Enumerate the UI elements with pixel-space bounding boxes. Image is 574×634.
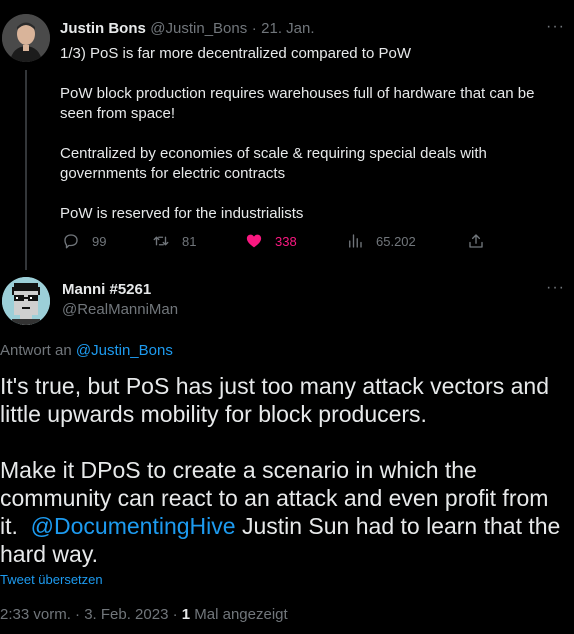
tweet2-text: It's true, but PoS has just too many att… [0, 372, 570, 568]
tweet1-paragraph: PoW is reserved for the industrialists [60, 205, 304, 222]
tweet1-separator: · [251, 20, 257, 37]
tweet1-paragraph: PoW block production requires warehouses… [60, 85, 535, 122]
avatar-justin-bons[interactable] [2, 14, 50, 62]
tweet1-handle[interactable]: @Justin_Bons [150, 20, 247, 37]
reply-button[interactable]: 99 [62, 232, 106, 250]
share-icon [469, 234, 483, 248]
like-count: 338 [275, 233, 297, 249]
retweet-button[interactable]: 81 [152, 232, 196, 250]
avatar-image [2, 14, 50, 62]
thread-line [25, 70, 27, 270]
tweet1-paragraph: Centralized by economies of scale & requ… [60, 145, 487, 182]
reply-to-line: Antwort an @Justin_Bons [0, 342, 173, 359]
reply-icon [64, 234, 78, 249]
tweet1-text: 1/3) PoS is far more decentralized compa… [60, 44, 560, 224]
reply-prefix: Antwort an [0, 342, 72, 359]
reply-count: 99 [92, 233, 107, 249]
avatar-pixel-art [2, 277, 50, 325]
tweet1-header: Justin Bons @Justin_Bons · 21. Jan. [60, 20, 315, 38]
tweet1-date[interactable]: 21. Jan. [261, 20, 314, 37]
heart-icon [246, 234, 262, 248]
views-icon [349, 234, 362, 248]
tweet2-paragraph-2: Make it DPoS to create a scenario in whi… [0, 456, 570, 568]
tweet1-author-name[interactable]: Justin Bons [60, 20, 146, 37]
tweet2-view-count: 1 [181, 606, 191, 623]
tweet2-handle[interactable]: @RealManniMan [62, 301, 178, 318]
tweet2-view-label: Mal angezeigt [194, 606, 288, 623]
avatar-manni[interactable] [2, 277, 50, 325]
tweet1-more-button[interactable]: ··· [546, 18, 565, 36]
retweet-count: 81 [182, 233, 197, 249]
tweet2-meta: 2:33 vorm. · 3. Feb. 2023 · 1 Mal angeze… [0, 606, 288, 623]
retweet-icon [153, 236, 169, 246]
tweet2-timestamp[interactable]: 2:33 vorm. · 3. Feb. 2023 · [0, 606, 178, 623]
mention-link[interactable]: @DocumentingHive [31, 513, 236, 539]
tweet2-author-name[interactable]: Manni #5261 [62, 281, 151, 298]
like-button[interactable]: 338 [245, 232, 297, 250]
share-button[interactable] [467, 232, 497, 250]
views-button[interactable]: 65.202 [346, 232, 416, 250]
tweet2-more-button[interactable]: ··· [546, 279, 565, 297]
translate-tweet-link[interactable]: Tweet übersetzen [0, 572, 103, 587]
reply-to-link[interactable]: @Justin_Bons [76, 342, 173, 359]
tweet1-paragraph: 1/3) PoS is far more decentralized compa… [60, 45, 411, 62]
view-count: 65.202 [376, 233, 416, 249]
tweet2-paragraph: It's true, but PoS has just too many att… [0, 373, 550, 427]
